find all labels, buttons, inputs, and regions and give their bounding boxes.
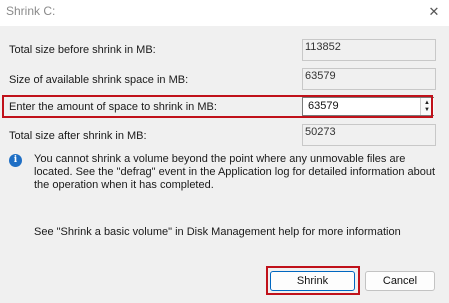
total-size-after-field: 50273: [302, 124, 436, 146]
close-icon: ✕: [428, 4, 440, 19]
info-icon: i: [9, 154, 22, 167]
shrink-button[interactable]: Shrink: [270, 271, 355, 291]
available-shrink-field: 63579: [302, 68, 436, 90]
spin-up-icon[interactable]: ▲: [424, 100, 430, 106]
shrink-amount-spinner[interactable]: ▲ ▼: [420, 98, 434, 115]
shrink-amount-label: Enter the amount of space to shrink in M…: [9, 101, 217, 113]
available-shrink-label: Size of available shrink space in MB:: [9, 74, 189, 86]
window-title: Shrink C:: [6, 4, 56, 18]
spin-down-icon[interactable]: ▼: [424, 107, 430, 113]
total-size-before-label: Total size before shrink in MB:: [9, 44, 156, 56]
total-size-before-field: 113852: [302, 39, 436, 61]
help-message: See "Shrink a basic volume" in Disk Mana…: [34, 226, 401, 238]
shrink-amount-input[interactable]: 63579: [302, 97, 434, 116]
close-button[interactable]: ✕: [419, 0, 449, 24]
total-size-after-label: Total size after shrink in MB:: [9, 130, 147, 142]
cancel-button[interactable]: Cancel: [365, 271, 435, 291]
title-bar: Shrink C: ✕: [0, 0, 449, 26]
info-message: You cannot shrink a volume beyond the po…: [34, 153, 436, 191]
